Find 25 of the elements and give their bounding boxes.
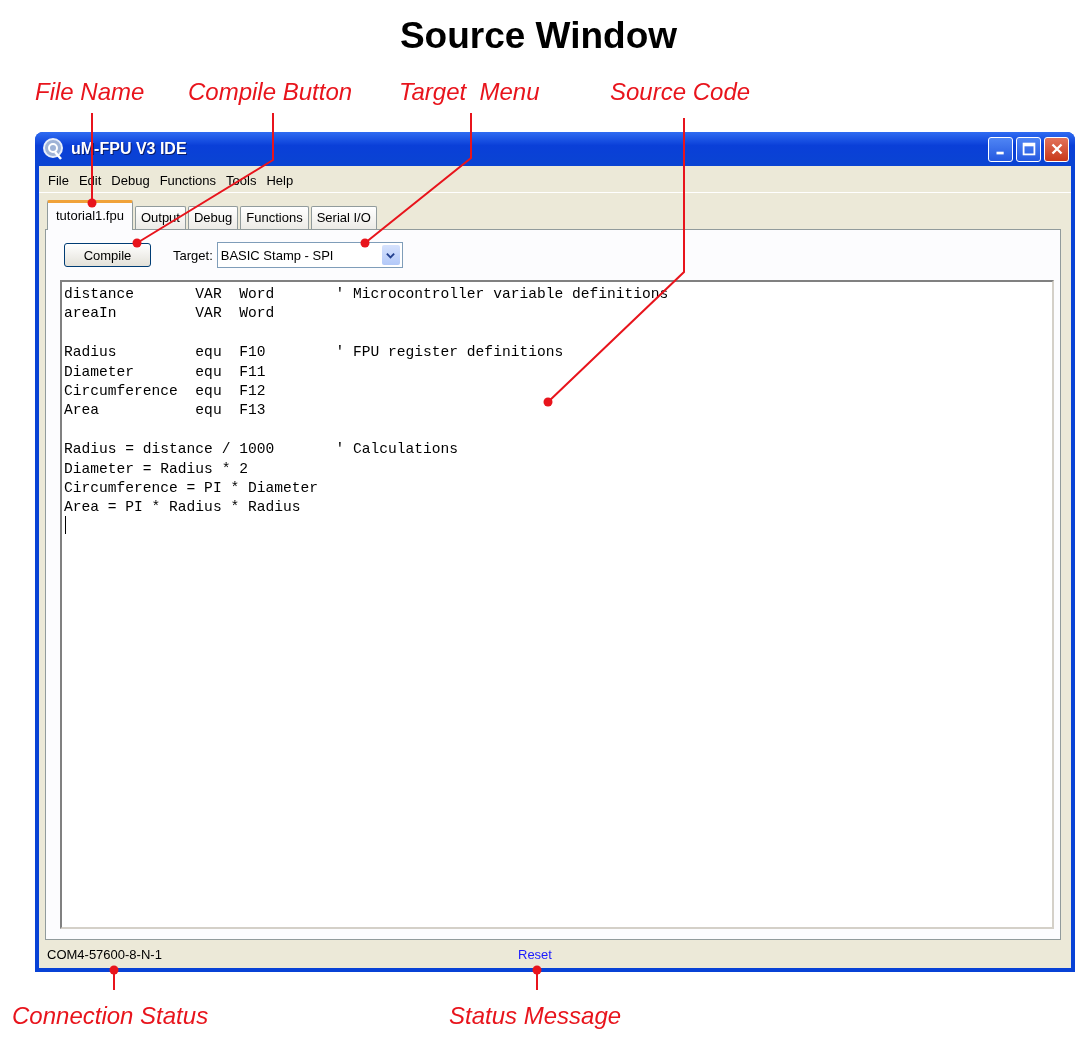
callout-label: Compile Button: [188, 78, 353, 106]
text-cursor: [65, 516, 66, 534]
tab[interactable]: Debug: [187, 206, 239, 229]
callout-label: File Name: [35, 78, 145, 106]
app-logo-icon: [41, 137, 65, 161]
leader-line: [532, 965, 542, 991]
menu-item[interactable]: File: [43, 172, 74, 188]
callout-label: Connection Status: [12, 1002, 209, 1030]
callout-label: Status Message: [449, 1002, 622, 1030]
target-dropdown[interactable]: BASIC Stamp - SPI: [216, 242, 403, 268]
figure-title: Source Window: [398, 14, 679, 58]
callout-label: Source Code: [610, 78, 751, 106]
tab[interactable]: Output: [134, 206, 186, 229]
compile-button[interactable]: Compile: [64, 243, 151, 267]
menu-item[interactable]: Help: [261, 172, 299, 188]
connection-status: COM4-57600-8-N-1: [47, 946, 162, 962]
tab[interactable]: Functions: [240, 206, 309, 229]
callout-label: Target Menu: [399, 78, 540, 106]
status-message: Reset: [518, 946, 552, 962]
tab[interactable]: tutorial1.fpu: [47, 200, 133, 230]
menu-item[interactable]: Debug: [106, 172, 155, 188]
leader-line: [109, 965, 119, 991]
tab[interactable]: Serial I/O: [310, 206, 377, 229]
menu-item[interactable]: Functions: [154, 172, 222, 188]
target-label: Target:: [173, 247, 213, 263]
